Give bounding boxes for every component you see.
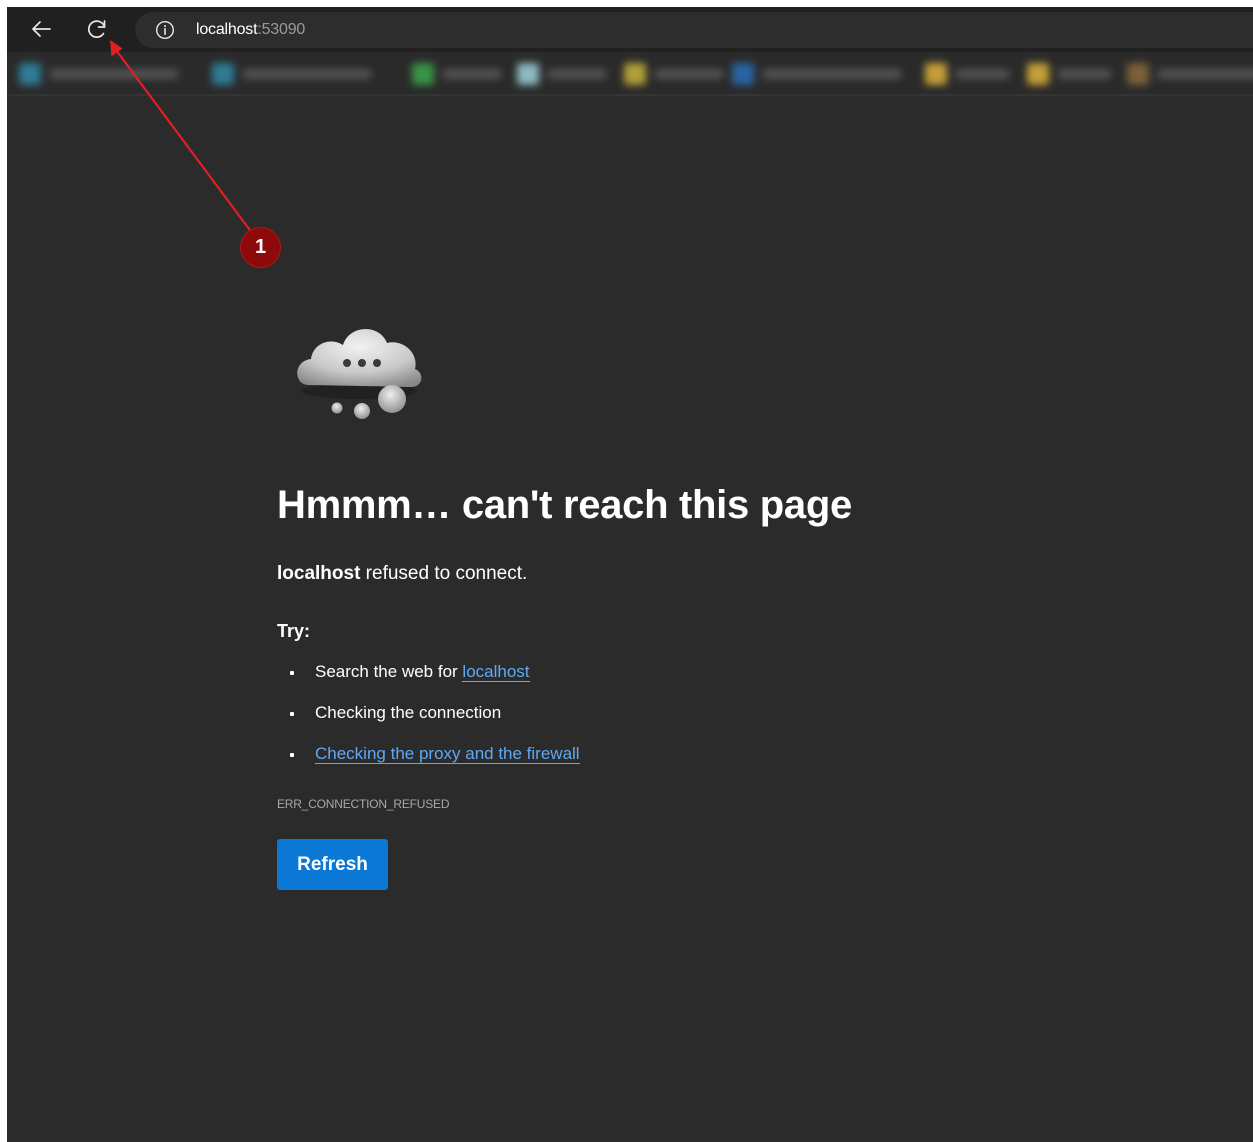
annotation-marker: 1: [241, 228, 280, 267]
back-button[interactable]: [25, 13, 57, 45]
info-circle-icon[interactable]: [155, 20, 175, 40]
proxy-firewall-link[interactable]: Checking the proxy and the firewall: [315, 744, 580, 764]
suggestion-connection-text: Checking the connection: [315, 703, 502, 722]
suggestion-search-text: Search the web for: [315, 662, 463, 681]
url-text[interactable]: localhost:53090: [196, 21, 305, 39]
error-code: ERR_CONNECTION_REFUSED: [277, 797, 450, 811]
arrow-left-icon: [32, 21, 51, 37]
refresh-icon: [87, 20, 106, 38]
page-title: Hmmm… can't reach this page: [277, 483, 852, 527]
favorite-item[interactable]: [624, 63, 724, 85]
suggestion-search: Search the web for localhost: [277, 659, 580, 700]
error-message: refused to connect.: [360, 563, 528, 584]
favorite-item[interactable]: [732, 63, 902, 85]
favorite-item[interactable]: [19, 63, 179, 85]
refresh-button[interactable]: Refresh: [277, 839, 388, 890]
url-port: :53090: [257, 21, 306, 38]
browser-window: localhost:53090 Hmmm… can't reach this p…: [7, 7, 1253, 1142]
favorites-bar: [7, 52, 1253, 96]
suggestions-list: Search the web for localhost Checking th…: [277, 659, 580, 782]
suggestion-connection: Checking the connection: [277, 700, 580, 741]
favorite-item[interactable]: [412, 63, 502, 85]
reload-button[interactable]: [81, 13, 113, 45]
favorite-item[interactable]: [925, 63, 1010, 85]
favorite-item[interactable]: [1027, 63, 1112, 85]
address-bar[interactable]: localhost:53090: [135, 12, 1253, 48]
suggestion-proxy: Checking the proxy and the firewall: [277, 741, 580, 782]
favorite-item[interactable]: [517, 63, 607, 85]
error-host: localhost: [277, 563, 361, 584]
error-description: localhost refused to connect.: [277, 563, 527, 585]
url-host: localhost: [196, 21, 258, 38]
try-heading: Try:: [277, 621, 311, 641]
browser-toolbar: localhost:53090: [7, 7, 1253, 52]
cloud-icon: [297, 328, 422, 419]
favorite-item[interactable]: [212, 63, 372, 85]
favorite-item[interactable]: [1127, 63, 1253, 85]
search-localhost-link[interactable]: localhost: [462, 662, 530, 682]
